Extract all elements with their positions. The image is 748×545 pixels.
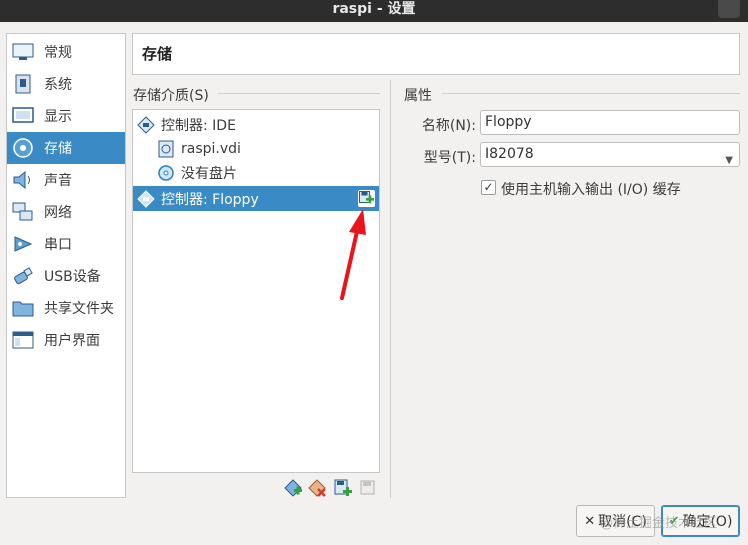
page-title: 存储: [132, 33, 740, 75]
sidebar-item-label: 常规: [44, 45, 72, 61]
sidebar-item-label: 系统: [44, 77, 72, 93]
sidebar-item-label: 显示: [44, 109, 72, 125]
add-floppy-icon: [359, 191, 374, 204]
sidebar-item-serial[interactable]: 串口: [7, 228, 125, 260]
tree-item-label: 没有盘片: [181, 165, 237, 182]
optical-disc-icon: [157, 164, 175, 182]
usb-icon: [10, 264, 36, 288]
folder-icon: [10, 296, 36, 320]
tree-item-label: 控制器: Floppy: [161, 191, 259, 208]
add-controller-icon: [284, 479, 302, 497]
controller-icon: [137, 115, 155, 134]
annotation-arrow-icon: [340, 209, 366, 300]
watermark: @稀土掘金技术社区: [600, 516, 718, 531]
tree-item-ide-controller[interactable]: 控制器: IDE: [133, 112, 379, 137]
sidebar-item-label: 串口: [44, 237, 72, 253]
controller-type-value: I82078: [485, 146, 534, 162]
panel-splitter[interactable]: [390, 80, 391, 498]
storage-media-label: 存储介质(S): [133, 88, 209, 104]
tree-item-raspi-vdi[interactable]: raspi.vdi: [133, 136, 379, 161]
sidebar-item-label: 存储: [44, 141, 72, 157]
system-chip-icon: [10, 72, 36, 96]
ui-window-icon: [10, 328, 36, 352]
sidebar-item-label: 共享文件夹: [44, 301, 114, 317]
sidebar-item-label: 声音: [44, 173, 72, 189]
network-icon: [10, 200, 36, 224]
sidebar-item-label: USB设备: [44, 269, 101, 285]
monitor-icon: [10, 104, 36, 128]
remove-attachment-icon: [360, 480, 375, 495]
remove-controller-icon: [308, 479, 326, 497]
name-label: 名称(N):: [421, 118, 476, 134]
controller-icon: [137, 189, 155, 208]
add-controller-button[interactable]: [283, 478, 303, 498]
sidebar-item-label: 网络: [44, 205, 72, 221]
cancel-icon: ✕: [584, 513, 596, 529]
io-cache-checkbox[interactable]: ✓: [481, 180, 496, 195]
separator: [442, 93, 740, 94]
sidebar-item-general[interactable]: 常规: [7, 36, 125, 68]
dropdown-arrow-icon: ▼: [725, 155, 733, 166]
settings-sidebar: 常规 系统 显示 存储 声音 网络 串口 USB设备 共享文件夹 用户界面: [6, 33, 126, 498]
tree-item-empty-optical[interactable]: 没有盘片: [133, 160, 379, 185]
sidebar-item-user-interface[interactable]: 用户界面: [7, 324, 125, 356]
tree-item-label: raspi.vdi: [181, 140, 241, 157]
general-icon: [10, 40, 36, 64]
controller-type-select[interactable]: I82078 ▼: [480, 142, 740, 167]
window-close-button[interactable]: [718, 0, 740, 18]
hard-disk-icon: [157, 140, 175, 158]
sidebar-item-storage[interactable]: 存储: [7, 132, 125, 164]
disk-icon: [10, 136, 36, 160]
sidebar-item-label: 用户界面: [44, 333, 100, 349]
sidebar-item-network[interactable]: 网络: [7, 196, 125, 228]
sidebar-item-audio[interactable]: 声音: [7, 164, 125, 196]
sidebar-item-usb[interactable]: USB设备: [7, 260, 125, 292]
window-title: raspi - 设置: [332, 1, 416, 17]
separator: [218, 93, 380, 94]
tree-item-label: 控制器: IDE: [161, 117, 236, 134]
speaker-icon: [10, 168, 36, 192]
io-cache-label: 使用主机输入输出 (I/O) 缓存: [501, 182, 681, 198]
controller-name-input[interactable]: Floppy: [480, 110, 740, 135]
serial-port-icon: [10, 232, 36, 256]
remove-attachment-button[interactable]: [358, 478, 378, 498]
add-attachment-icon: [334, 479, 352, 496]
sidebar-item-shared-folders[interactable]: 共享文件夹: [7, 292, 125, 324]
type-label: 型号(T):: [423, 150, 476, 166]
add-attachment-button[interactable]: [333, 478, 353, 498]
remove-controller-button[interactable]: [307, 478, 327, 498]
properties-label: 属性: [404, 88, 432, 104]
sidebar-item-system[interactable]: 系统: [7, 68, 125, 100]
window-titlebar: raspi - 设置: [0, 0, 748, 22]
sidebar-item-display[interactable]: 显示: [7, 100, 125, 132]
